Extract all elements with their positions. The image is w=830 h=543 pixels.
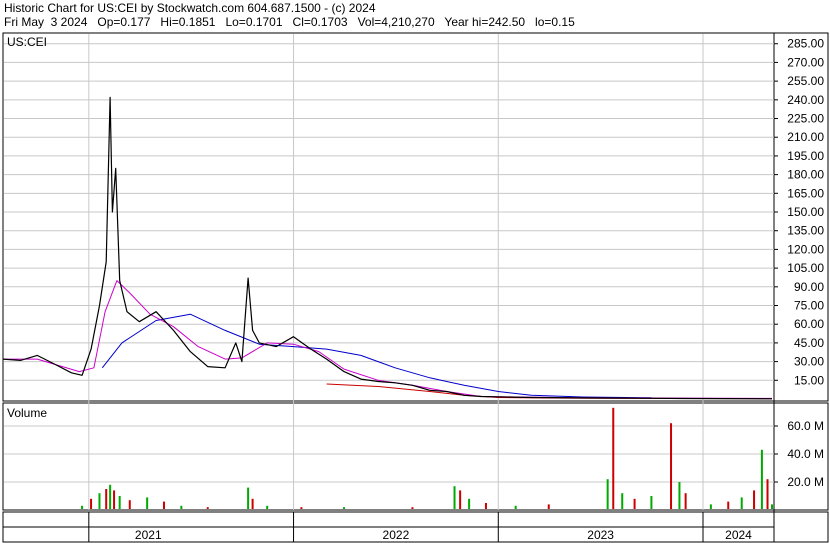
volume-tick-label: 60.0 M — [787, 419, 824, 433]
volume-bar — [162, 501, 165, 509]
price-tick-label: 255.00 — [787, 74, 824, 88]
price-panel-frame — [2, 32, 829, 402]
year-label: 2023 — [587, 528, 614, 542]
volume-bar — [678, 482, 681, 509]
year-label: 2021 — [135, 528, 162, 542]
volume-bar — [109, 484, 112, 509]
price-tick-label: 150.00 — [787, 205, 824, 219]
price-tick-label: 105.00 — [787, 261, 824, 275]
volume-bar — [128, 500, 131, 509]
volume-bar — [740, 497, 743, 509]
price-tick-label: 210.00 — [787, 130, 824, 144]
price-tick-label: 30.00 — [794, 355, 824, 369]
price-tick-label: 75.00 — [794, 299, 824, 313]
price-tick-label: 90.00 — [794, 280, 824, 294]
volume-bar — [300, 507, 303, 509]
volume-bar — [411, 507, 414, 509]
volume-bar — [180, 505, 183, 509]
stock-chart: 285.00 270.00 255.00 240.00 225.00 210.00 195.… — [2, 32, 829, 543]
ma-ultra-line — [326, 383, 773, 400]
volume-bar — [612, 407, 615, 509]
volume-bar — [247, 487, 250, 509]
price-tick-label: 120.00 — [787, 242, 824, 256]
volume-bar — [206, 507, 209, 509]
volume-bar — [547, 504, 550, 509]
volume-panel-frame — [2, 402, 829, 511]
volume-bar — [727, 501, 730, 509]
price-line — [2, 96, 773, 400]
volume-tick-label: 40.0 M — [787, 447, 824, 461]
volume-bar — [766, 479, 769, 509]
volume-label: Volume — [7, 406, 47, 420]
price-tick-label: 60.00 — [794, 317, 824, 331]
volume-bar — [709, 504, 712, 509]
volume-bar — [633, 498, 636, 509]
volume-bar — [650, 496, 653, 509]
year-label: 2022 — [383, 528, 410, 542]
price-tick-label: 45.00 — [794, 336, 824, 350]
volume-bar — [484, 503, 487, 509]
price-tick-label: 165.00 — [787, 186, 824, 200]
price-tick-label: 240.00 — [787, 93, 824, 107]
price-tick-label: 15.00 — [794, 373, 824, 387]
volume-bar — [753, 490, 756, 509]
volume-bar — [266, 505, 269, 509]
volume-bar — [90, 498, 93, 509]
volume-bar — [343, 507, 346, 509]
price-tick-label: 195.00 — [787, 149, 824, 163]
volume-bar — [771, 504, 773, 509]
volume-bar — [684, 493, 687, 509]
price-tick-label: 180.00 — [787, 168, 824, 182]
chart-series — [2, 96, 773, 400]
volume-bar — [146, 497, 149, 509]
volume-bars — [81, 407, 773, 509]
volume-bar — [118, 496, 121, 509]
volume-bar — [81, 505, 84, 509]
volume-bar — [251, 498, 254, 509]
price-tick-label: 225.00 — [787, 112, 824, 126]
volume-bar — [468, 498, 471, 509]
price-tick-label: 270.00 — [787, 55, 824, 69]
volume-bar — [621, 493, 624, 509]
volume-bar — [760, 449, 763, 509]
chart-frames — [2, 32, 829, 543]
chart-axes: 285.00 270.00 255.00 240.00 225.00 210.00 195.… — [135, 37, 824, 542]
symbol-label: US:CEI — [7, 35, 47, 49]
volume-bar — [453, 486, 456, 509]
volume-bar — [670, 423, 673, 509]
price-tick-label: 285.00 — [787, 37, 824, 51]
ma-long-line — [101, 313, 652, 399]
price-tick-label: 135.00 — [787, 224, 824, 238]
volume-bar — [514, 505, 517, 509]
volume-bar — [113, 490, 116, 509]
year-label: 2024 — [725, 528, 752, 542]
volume-bar — [105, 489, 108, 509]
volume-tick-label: 20.0 M — [787, 475, 824, 489]
volume-bar — [459, 490, 462, 509]
volume-bar — [98, 493, 101, 509]
volume-bar — [606, 479, 609, 509]
